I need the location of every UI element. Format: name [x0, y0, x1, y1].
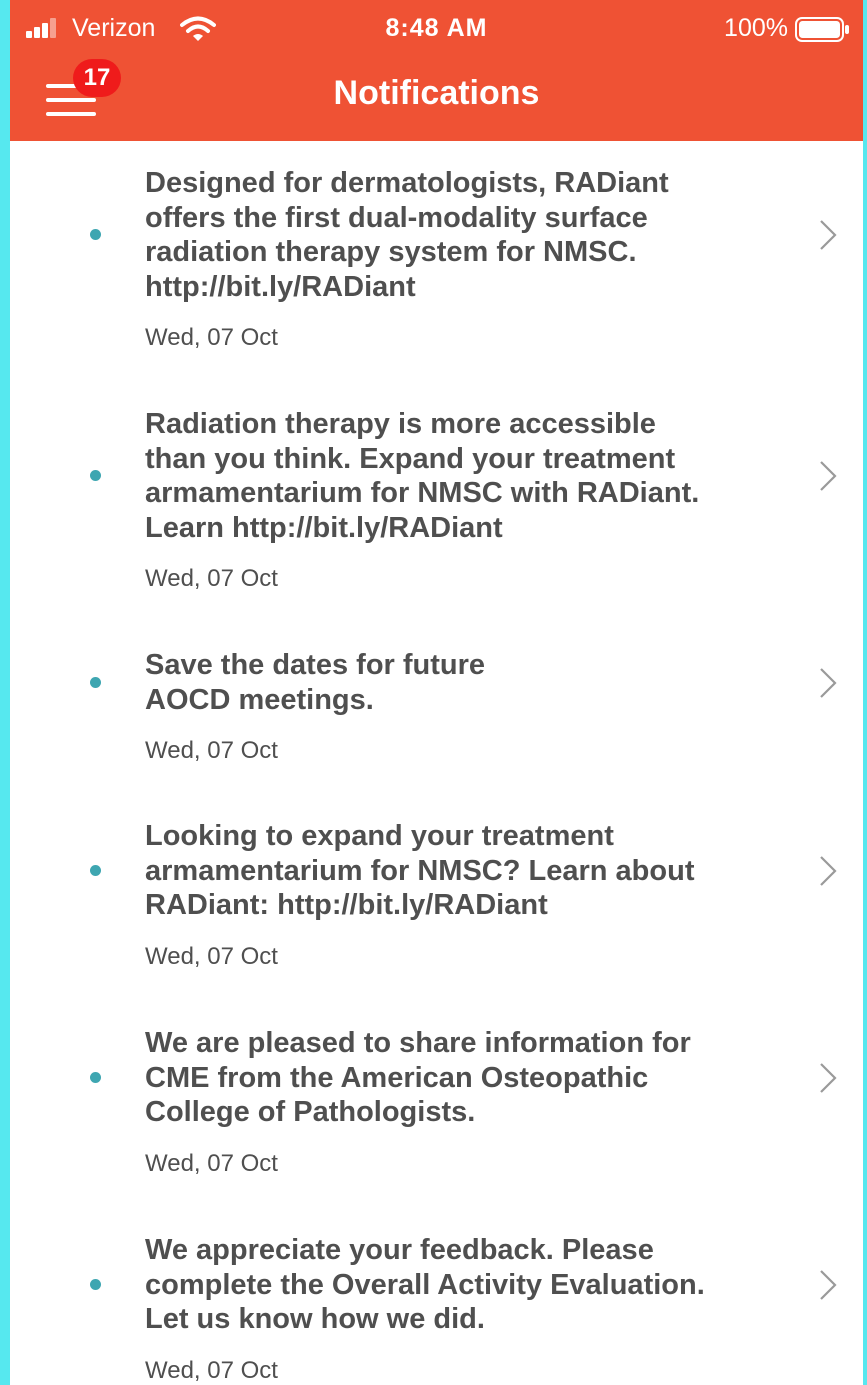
notification-message-line: We appreciate your feedback. Please: [145, 1234, 654, 1266]
notification-message-line: RADiant: http://bit.ly/RADiant: [145, 889, 548, 921]
notification-date: Wed, 07 Oct: [145, 1356, 278, 1384]
unread-dot-icon: [90, 1278, 101, 1290]
notification-message-line: than you think. Expand your treatment: [145, 442, 676, 475]
notification-message: Save the dates for future AOCD meetings.: [145, 648, 795, 717]
notification-message: We appreciate your feedback. Please compl…: [145, 1233, 795, 1337]
phone-screen: Verizon 8:48 AM 100% 17 Notifications De…: [10, 0, 863, 1385]
notification-message-line: offers the first dual-modality surface: [145, 201, 648, 234]
status-bar: Verizon 8:48 AM 100%: [10, 0, 863, 56]
notification-message: Designed for dermatologists, RADiant offe…: [145, 166, 795, 304]
app-header: Verizon 8:48 AM 100% 17 Notifications: [10, 0, 863, 141]
notification-message-line: College of Pathologists.: [145, 1096, 476, 1128]
notification-message-line: Learn http://bit.ly/RADiant: [145, 511, 503, 544]
notification-item[interactable]: Save the dates for future AOCD meetings. W…: [10, 648, 863, 777]
chevron-right-icon[interactable]: [818, 667, 838, 699]
notification-message-line: Looking to expand your treatment: [145, 820, 614, 852]
notification-message-line: CME from the American Osteopathic: [145, 1061, 649, 1094]
notification-message-line: armamentarium for NMSC? Learn about: [145, 854, 695, 887]
notification-date: Wed, 07 Oct: [145, 324, 278, 351]
chevron-right-icon[interactable]: [818, 855, 838, 887]
notification-date: Wed, 07 Oct: [145, 1149, 278, 1177]
notification-message-line: armamentarium for NMSC with RADiant.: [145, 477, 700, 509]
chevron-right-icon[interactable]: [818, 219, 838, 251]
notification-date: Wed, 07 Oct: [145, 737, 278, 764]
chevron-right-icon[interactable]: [818, 1269, 838, 1301]
battery-percentage: 100%: [724, 14, 788, 42]
notification-message-line: radiation therapy system for NMSC.: [145, 236, 637, 268]
navigation-bar: 17 Notifications: [10, 56, 863, 141]
notification-item[interactable]: Looking to expand your treatment armament…: [10, 819, 863, 983]
chevron-right-icon[interactable]: [818, 1062, 838, 1094]
notification-item[interactable]: We appreciate your feedback. Please compl…: [10, 1233, 863, 1385]
unread-dot-icon: [90, 470, 101, 481]
notification-item[interactable]: Radiation therapy is more accessible than…: [10, 407, 863, 605]
notification-date: Wed, 07 Oct: [145, 942, 278, 970]
notification-item[interactable]: Designed for dermatologists, RADiant offe…: [10, 166, 863, 364]
notification-message-line: http://bit.ly/RADiant: [145, 270, 416, 303]
notification-message-line: Let us know how we did.: [145, 1303, 485, 1335]
unread-dot-icon: [90, 1071, 101, 1083]
notification-message-line: AOCD meetings.: [145, 683, 374, 716]
notification-message: We are pleased to share information for C…: [145, 1026, 795, 1130]
notification-message: Radiation therapy is more accessible than…: [145, 407, 795, 545]
notification-message-line: Save the dates for future: [145, 649, 486, 681]
page-title: Notifications: [333, 74, 540, 112]
notification-message-line: Designed for dermatologists, RADiant: [145, 167, 669, 199]
notification-message-line: complete the Overall Activity Evaluation…: [145, 1268, 705, 1301]
notification-message-line: We are pleased to share information for: [145, 1027, 691, 1059]
notification-message: Looking to expand your treatment armament…: [145, 819, 795, 923]
chevron-right-icon[interactable]: [818, 460, 838, 492]
unread-dot-icon: [90, 676, 101, 688]
notification-message-line: Radiation therapy is more accessible: [145, 408, 656, 440]
notification-item[interactable]: We are pleased to share information for C…: [10, 1026, 863, 1190]
unread-dot-icon: [90, 864, 101, 876]
notification-date: Wed, 07 Oct: [145, 565, 278, 592]
unread-dot-icon: [90, 229, 101, 240]
battery-icon: [795, 17, 849, 42]
